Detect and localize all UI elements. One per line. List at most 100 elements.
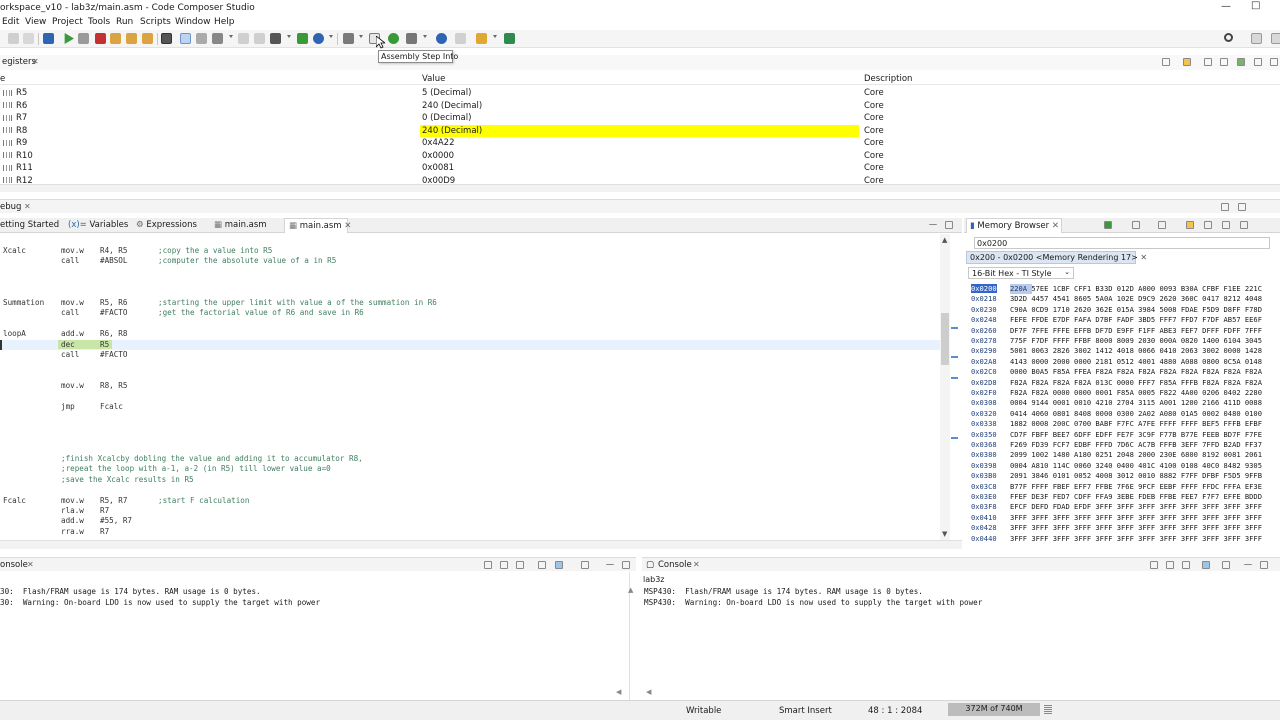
perspective-icon[interactable]	[1251, 33, 1262, 44]
register-row[interactable]: R9 0x4A22 Core	[0, 137, 1280, 150]
console-right-tab[interactable]: ▢ Console ✕	[642, 557, 1280, 571]
memory-row[interactable]: 0x03C8 B77F FFFF FBEF EFF7 FFBE 7F6E 9FCF…	[968, 482, 1280, 492]
menu-help[interactable]: Help	[214, 17, 235, 27]
code-editor[interactable]: Xcalc mov.w R4, R5 ;copy the a value into R…	[0, 234, 950, 540]
menu-view[interactable]: View	[25, 17, 46, 27]
import-icon[interactable]	[1204, 221, 1212, 229]
comment-line[interactable]: ;finish Xcalcby dobling the value and ad…	[0, 454, 950, 464]
step-over-icon[interactable]	[126, 33, 137, 44]
minimize-view-icon[interactable]	[1244, 561, 1252, 565]
minimize-view-icon[interactable]	[1222, 221, 1230, 229]
scroll-lock-icon[interactable]	[1166, 561, 1174, 569]
debug-view-tab[interactable]: ebug ✕	[0, 199, 1280, 213]
memory-row[interactable]: 0x02A8 4143 0000 2000 0000 2181 0512 4001…	[968, 357, 1280, 367]
memory-row[interactable]: 0x0380 2099 1002 1480 A180 0251 2048 2000…	[968, 450, 1280, 460]
memory-format-select[interactable]: 16-Bit Hex - TI Style ⌄	[968, 267, 1074, 279]
register-value[interactable]: 0x0081	[420, 162, 859, 174]
tab-expressions[interactable]: ⚙ Expressions	[136, 218, 198, 233]
connect-icon[interactable]	[238, 33, 249, 44]
new-icon[interactable]	[8, 33, 19, 44]
console-left-output[interactable]: 30: Flash/FRAM usage is 174 bytes. RAM u…	[0, 572, 630, 700]
memory-row[interactable]: 0x02D8 F82A F82A F82A F82A 013C 0000 FFF7…	[968, 378, 1280, 388]
register-value[interactable]: 5 (Decimal)	[420, 87, 859, 99]
console-scroll-right-icon[interactable]: ◀	[646, 688, 651, 696]
registers-horizontal-scrollbar[interactable]	[0, 184, 1280, 192]
load-program-icon[interactable]	[270, 33, 281, 44]
register-value-changed[interactable]: 240 (Decimal)	[420, 124, 859, 137]
open-task-icon[interactable]	[455, 33, 466, 44]
overview-marker[interactable]	[951, 437, 958, 439]
registers-view-tab[interactable]: egisters ✕	[0, 55, 1280, 70]
memory-row[interactable]: 0x0320 0414 4060 0801 8408 0000 0300 2A02…	[968, 409, 1280, 419]
build-icon[interactable]	[297, 33, 308, 44]
step-return-icon[interactable]	[142, 33, 153, 44]
memory-row[interactable]: 0x0410 3FFF 3FFF 3FFF 3FFF 3FFF 3FFF 3FFF…	[968, 513, 1280, 523]
console-left-tab[interactable]: onsole ✕	[0, 557, 636, 571]
overview-marker[interactable]	[951, 377, 958, 379]
console-scroll-up-icon[interactable]: ▲	[628, 586, 633, 594]
word-wrap-icon[interactable]	[516, 561, 524, 569]
open-console-icon[interactable]	[1222, 561, 1230, 569]
code-line[interactable]: add.w #55, R7	[0, 516, 950, 526]
clear-console-icon[interactable]	[1150, 561, 1158, 569]
pin-console-icon[interactable]	[538, 561, 546, 569]
status-insert-mode[interactable]: Smart Insert	[779, 706, 832, 716]
minimize-icon[interactable]: —	[1221, 1, 1231, 12]
memory-row[interactable]: 0x0290 5001 0063 2826 3002 1412 4018 0066…	[968, 346, 1280, 356]
code-line[interactable]: Xcalc mov.w R4, R5 ;copy the a value into R…	[0, 246, 950, 256]
register-row[interactable]: R12 0x00D9 Core	[0, 175, 1280, 184]
tab-memory-browser[interactable]: ▮ Memory Browser ✕	[966, 218, 1062, 233]
comment-line[interactable]: ;save the Xcalc results in R5	[0, 475, 950, 485]
memory-rendering-tab[interactable]: 0x200 - 0x0200 <Memory Rendering 17> ✕	[966, 251, 1147, 264]
restart-icon[interactable]	[212, 33, 223, 44]
code-line[interactable]: jmp Fcalc	[0, 402, 950, 412]
memory-row[interactable]: 0x0218 3D2D 4457 4541 8605 5A0A 102E D9C9…	[968, 294, 1280, 304]
memory-row[interactable]: 0x0260 DF7F 7FFE FFFE EFFB DF7D E9FF F1FF…	[968, 326, 1280, 336]
editor-vertical-scrollbar[interactable]	[940, 234, 950, 540]
memory-row[interactable]: 0x0350 CD7F FBFF BEE7 6DFF EDFF FE7F 3C9F…	[968, 430, 1280, 440]
register-row[interactable]: R10 0x0000 Core	[0, 150, 1280, 163]
register-value[interactable]: 0x00D9	[420, 175, 859, 184]
save-icon[interactable]	[23, 33, 34, 44]
scroll-up-icon[interactable]: ▲	[942, 236, 947, 244]
tab-main-asm-active[interactable]: ▦ main.asm ✕	[284, 218, 351, 233]
maximize-view-icon[interactable]	[1260, 561, 1268, 569]
memory-row[interactable]: 0x02C0 0000 B0A5 F85A FFEA F82A F82A F82A…	[968, 367, 1280, 377]
memory-row[interactable]: 0x0230 C90A 0CD9 1710 2620 362E 015A 3984…	[968, 305, 1280, 315]
memory-address-input[interactable]: 0x0200	[974, 237, 1270, 249]
code-line[interactable]: Summation mov.w R5, R6 ;starting the upper …	[0, 298, 950, 308]
memory-row[interactable]: 0x0368 F269 FD39 FCF7 EDBF FFFD 7D6C AC7B…	[968, 440, 1280, 450]
debug-config-icon[interactable]	[43, 33, 54, 44]
minimize-view-icon[interactable]	[606, 561, 614, 565]
memory-row[interactable]: 0x0440 3FFF 3FFF 3FFF 3FFF 3FFF 3FFF 3FFF…	[968, 534, 1280, 544]
tab-getting-started[interactable]: etting Started	[0, 218, 60, 233]
close-icon[interactable]: ✕	[1140, 253, 1147, 262]
column-description[interactable]: Description	[864, 74, 912, 84]
refresh-icon[interactable]	[1183, 58, 1191, 66]
minimize-view-icon[interactable]	[929, 221, 937, 225]
close-icon[interactable]: ✕	[693, 560, 700, 569]
menu-project[interactable]: Project	[52, 17, 83, 27]
refresh-memory-icon[interactable]	[1186, 221, 1194, 229]
memory-row[interactable]: 0x0278 775F F7DF FFFF FFBF 8000 8009 2030…	[968, 336, 1280, 346]
disconnect-icon[interactable]	[254, 33, 265, 44]
maximize-view-icon[interactable]	[1240, 221, 1248, 229]
hammer-icon[interactable]	[406, 33, 417, 44]
console-right-output[interactable]: lab3z MSP430: Flash/FRAM usage is 174 by…	[642, 572, 1280, 700]
memory-grid[interactable]: 0x0200 220A 57EE 1CBF CFF1 B33D 012D A000…	[968, 284, 1280, 544]
register-row[interactable]: R11 0x0081 Core	[0, 162, 1280, 175]
debug-icon[interactable]	[313, 33, 324, 44]
overview-marker[interactable]	[951, 327, 958, 329]
search-icon[interactable]	[1224, 33, 1233, 42]
register-value[interactable]: 0 (Decimal)	[420, 112, 859, 124]
bug-icon[interactable]	[343, 33, 354, 44]
console-scroll-left-icon[interactable]: ◀	[616, 688, 621, 696]
close-icon[interactable]: ✕	[27, 560, 34, 569]
registers-grid-icon[interactable]	[161, 33, 172, 44]
auto-refresh-icon[interactable]	[1237, 58, 1245, 66]
memory-row[interactable]: 0x03F8 EFCF DEFD FDAD EFDF 3FFF 3FFF 3FFF…	[968, 502, 1280, 512]
menu-tools[interactable]: Tools	[88, 17, 110, 27]
selected-memory-cell[interactable]	[1010, 284, 1032, 294]
code-line[interactable]: rla.w R7	[0, 506, 950, 516]
open-console-icon[interactable]	[581, 561, 589, 569]
